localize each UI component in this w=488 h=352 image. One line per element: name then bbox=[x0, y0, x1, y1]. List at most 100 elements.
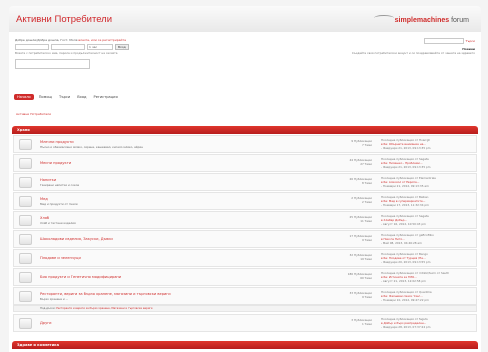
board-status-icon bbox=[19, 157, 32, 169]
search-form: Търси bbox=[275, 38, 475, 44]
password-input[interactable] bbox=[51, 44, 85, 50]
board-topics: 11 Теми bbox=[360, 219, 372, 223]
news-text: Създайте своя потребителски акаунт и си … bbox=[351, 51, 475, 55]
board-description: Бързо хранене и ... bbox=[40, 297, 69, 301]
board-name[interactable]: Други bbox=[40, 321, 51, 325]
board-status-icon bbox=[19, 233, 32, 245]
board-row: Месни продукти 44 Публикации 27 Теми Посл… bbox=[13, 154, 477, 172]
category-title: Храни bbox=[17, 128, 30, 132]
board-row: Плодове и зеленчуци 32 Публикации 19 Теми… bbox=[13, 249, 477, 267]
board-row: Мед Мед и продукти от пчели 2 Публикации… bbox=[13, 192, 477, 210]
board-name[interactable]: Млечни продукти bbox=[40, 140, 74, 144]
search-area: Търси Новини Създайте своя потребителски… bbox=[275, 38, 475, 55]
board-last-post: Последна публикация от Quentilia в Re: Фа… bbox=[381, 290, 476, 302]
board-stats: 44 Публикации 27 Теми bbox=[317, 158, 372, 166]
board-topics: 9 Теми bbox=[361, 238, 372, 242]
main-content: Добре дошли/Добре дошла, Гост. Моля влез… bbox=[9, 32, 481, 352]
last-post-date: - Август 21, 2013, 12:02:58 pm bbox=[381, 279, 426, 283]
board-stats: 186 Публикации 60 Теми bbox=[317, 272, 372, 280]
board-last-post: Последна публикация от Sagata в Re: Пилеш… bbox=[381, 157, 476, 169]
forum-title[interactable]: Активни Потребители bbox=[16, 14, 112, 25]
board-topics: 8 Теми bbox=[361, 181, 372, 185]
board-name[interactable]: Ресторанти, вериги за бързо хранене, маг… bbox=[40, 292, 171, 296]
board-status-icon bbox=[19, 138, 32, 150]
session-length-select[interactable]: 1 час bbox=[87, 44, 113, 50]
last-post-date: - Ноември 21, 2012, 09:13:35 am bbox=[381, 184, 429, 188]
board-status-icon bbox=[19, 252, 32, 264]
board-row: Хляб Хляб и тестени изделия 25 Публикаци… bbox=[13, 211, 477, 229]
search-button[interactable]: Търси bbox=[466, 39, 475, 43]
board-description: Газирани напитки и соков bbox=[40, 183, 79, 187]
main-menu: Начало Помощ Търси Вход Регистрация bbox=[14, 94, 120, 100]
menu-item-login[interactable]: Вход bbox=[75, 94, 88, 100]
child-boards-label: Под-дъски: bbox=[40, 307, 56, 310]
menu-item-home[interactable]: Начало bbox=[14, 94, 34, 100]
openid-input[interactable] bbox=[15, 59, 90, 69]
board-topics: 7 Теми bbox=[361, 143, 372, 147]
board-last-post: Последна публикация от mtnlbl/Sumi от Sa… bbox=[381, 271, 476, 283]
board-stats: 9 Публикации 7 Теми bbox=[317, 139, 372, 147]
board-stats: 2 Публикации 2 Теми bbox=[317, 196, 372, 204]
child-boards-row: Под-дъски: Ресторанти и вериги за бързо … bbox=[13, 305, 477, 312]
board-last-post: Последна публикация от Sagata в Хлебар До… bbox=[381, 214, 476, 226]
child-boards-links[interactable]: Ресторанти и вериги за бързо хранене, Ма… bbox=[56, 307, 152, 310]
board-last-post: Последна публикация от Hvarrgh в Re: Обър… bbox=[381, 138, 476, 150]
login-register-link[interactable]: влезте, или се регистрирайте bbox=[78, 38, 126, 42]
menu-item-search[interactable]: Търси bbox=[57, 94, 72, 100]
category-header[interactable]: Храни bbox=[12, 126, 478, 134]
board-last-post: Последна публикация от Elementrale в Re: … bbox=[381, 176, 476, 188]
board-name[interactable]: Шоколадови изделия, Закуски, Дъвки bbox=[40, 237, 113, 241]
last-post-date: - Май 08, 2013, 04:46:28 am bbox=[381, 241, 422, 245]
swoosh-icon bbox=[373, 15, 394, 21]
board-status-icon bbox=[19, 214, 32, 226]
welcome-prefix: Добре дошли/Добре дошла, Гост. Моля bbox=[15, 38, 78, 42]
board-stats: 32 Публикации 19 Теми bbox=[317, 253, 372, 261]
child-boards: Под-дъски: Ресторанти и вериги за бързо … bbox=[40, 307, 152, 310]
board-stats: 26 Публикации 8 Теми bbox=[317, 177, 372, 185]
last-post-date: - Февруари 20, 2013, 09:13:55 pm bbox=[381, 260, 431, 264]
category-header[interactable]: Здраве и козметика bbox=[12, 341, 478, 349]
login-note: Влезте с потребителско име, парола и про… bbox=[15, 51, 118, 55]
board-topics: 19 Теми bbox=[360, 257, 372, 261]
board-name[interactable]: Био продукти и Генетично модифицирани bbox=[40, 275, 121, 279]
board-topics: 2 Теми bbox=[361, 200, 372, 204]
board-status-icon bbox=[19, 271, 32, 283]
board-description: Пълно и обезмаслено мляко, сирене, кашка… bbox=[40, 145, 143, 149]
board-name[interactable]: Напитки bbox=[40, 178, 56, 182]
board-topics: 27 Теми bbox=[360, 162, 372, 166]
board-row: Шоколадови изделия, Закуски, Дъвки 17 Пу… bbox=[13, 230, 477, 248]
board-row: Био продукти и Генетично модифицирани 18… bbox=[13, 268, 477, 286]
board-description: Хляб и тестени изделия bbox=[40, 221, 76, 225]
username-input[interactable] bbox=[15, 44, 49, 50]
forum-header: Активни Потребители simplemachines forum bbox=[9, 6, 481, 32]
login-button[interactable]: Вход bbox=[115, 44, 129, 50]
logo-forum: forum bbox=[451, 17, 469, 24]
welcome-text: Добре дошли/Добре дошла, Гост. Моля влез… bbox=[15, 38, 215, 42]
board-status-icon bbox=[19, 290, 32, 302]
board-last-post: Последна публикация от faguts в Добър и б… bbox=[381, 317, 476, 329]
board-last-post: Последна публикация от gaftcoftiko в Ним … bbox=[381, 233, 476, 245]
search-input[interactable] bbox=[423, 38, 464, 44]
last-post-date: - Февруари 21, 2013, 09:13:35 pm bbox=[381, 146, 431, 150]
login-form: 1 час Вход bbox=[15, 44, 215, 50]
board-name[interactable]: Месни продукти bbox=[40, 161, 71, 165]
user-area: Добре дошли/Добре дошла, Гост. Моля влез… bbox=[15, 38, 215, 69]
board-status-icon bbox=[19, 176, 32, 188]
board-row: Други 3 Публикации 1 Теми Последна публик… bbox=[13, 314, 477, 332]
menu-item-help[interactable]: Помощ bbox=[37, 94, 54, 100]
breadcrumb[interactable]: Активни Потребители bbox=[16, 112, 51, 116]
board-row: Напитки Газирани напитки и соков 26 Публ… bbox=[13, 173, 477, 191]
board-name[interactable]: Плодове и зеленчуци bbox=[40, 256, 81, 260]
board-last-post: Последна публикация от Bango в Re: Плодов… bbox=[381, 252, 476, 264]
board-last-post: Последна публикация от Balkan в Re: Мед в… bbox=[381, 195, 476, 207]
smf-logo[interactable]: simplemachines forum bbox=[373, 15, 469, 24]
board-name[interactable]: Хляб bbox=[40, 216, 49, 220]
board-name[interactable]: Мед bbox=[40, 197, 48, 201]
logo-machines: machines bbox=[416, 17, 450, 24]
last-post-date: - Февруари 21, 2013, 09:13:35 pm bbox=[381, 165, 431, 169]
board-topics: 1 Теми bbox=[361, 322, 372, 326]
board-status-icon bbox=[19, 317, 32, 329]
menu-item-register[interactable]: Регистрация bbox=[92, 94, 120, 100]
logo-simple: simple bbox=[394, 17, 417, 24]
last-post-date: - Ноември 17, 2013, 11:32:34 pm bbox=[381, 203, 429, 207]
